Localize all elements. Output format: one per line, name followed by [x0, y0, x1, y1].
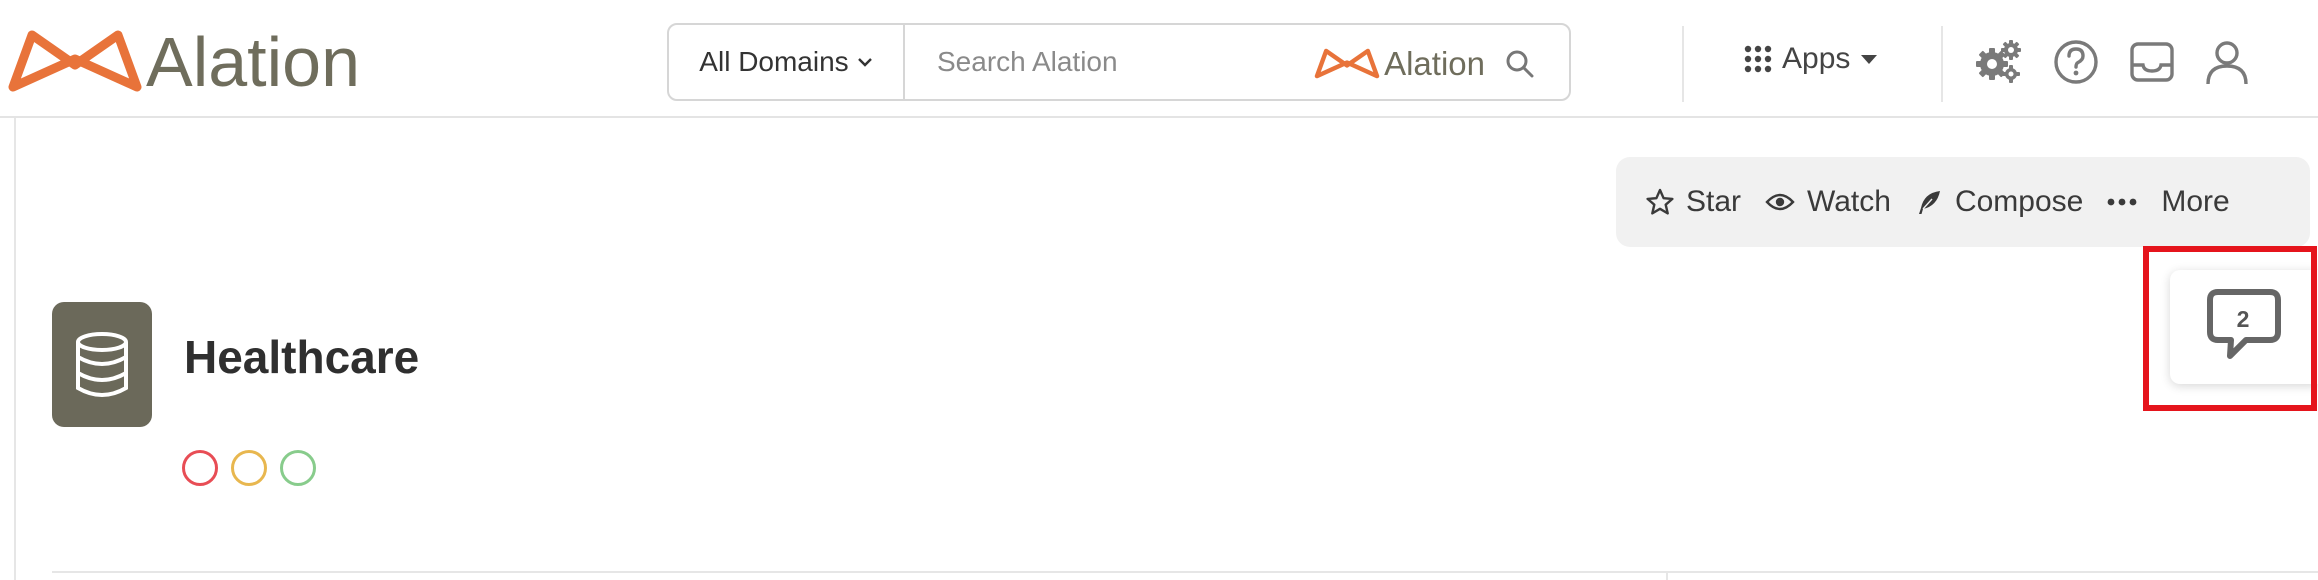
search-input[interactable] — [935, 45, 1319, 79]
ellipsis-icon — [2107, 198, 2137, 206]
domain-selector-label: All Domains — [699, 46, 849, 77]
inbox-icon[interactable] — [2128, 38, 2176, 86]
grid-icon — [1744, 45, 1772, 73]
top-navbar: Alation All Domains Alation — [0, 6, 2318, 118]
trust-flags — [182, 450, 316, 486]
star-button[interactable]: Star — [1646, 185, 1741, 219]
search-field: Alation — [905, 25, 1569, 99]
chevron-down-icon — [857, 58, 872, 67]
page-title: Healthcare — [184, 331, 420, 383]
database-icon — [76, 331, 128, 397]
apps-label: Apps — [1782, 42, 1851, 75]
alation-bowtie-icon — [8, 30, 142, 92]
compose-label: Compose — [1954, 185, 2084, 218]
search-icon[interactable] — [1505, 49, 1535, 79]
user-profile-icon[interactable] — [2203, 38, 2251, 86]
conversation-count: 2 — [2236, 306, 2250, 332]
watch-label: Watch — [1807, 185, 1891, 218]
search-brand-logo: Alation — [1314, 45, 1485, 83]
caret-down-icon — [1861, 55, 1878, 64]
nav-divider — [1941, 26, 1943, 102]
more-button[interactable]: More — [2107, 185, 2230, 219]
deprecation-flag[interactable] — [182, 450, 218, 486]
conversations-tab[interactable]: 2 — [2170, 270, 2318, 384]
endorsement-flag[interactable] — [280, 450, 316, 486]
star-label: Star — [1686, 185, 1742, 218]
star-icon — [1646, 188, 1674, 215]
eye-icon — [1765, 193, 1795, 211]
object-action-bar: Star Watch Compose More — [1616, 157, 2310, 247]
settings-gears-icon[interactable] — [1974, 38, 2022, 86]
nav-divider — [1682, 26, 1684, 102]
feather-icon — [1918, 191, 1940, 214]
apps-menu-button[interactable]: Apps — [1744, 42, 1878, 76]
section-divider — [52, 571, 2318, 573]
more-label: More — [2161, 185, 2230, 218]
watch-button[interactable]: Watch — [1765, 185, 1891, 219]
domain-selector[interactable]: All Domains — [669, 25, 905, 99]
help-icon[interactable] — [2052, 38, 2100, 86]
search-brand-wordmark: Alation — [1384, 45, 1485, 82]
logo-wordmark: Alation — [146, 23, 361, 101]
column-divider — [1666, 571, 1668, 580]
alation-bowtie-icon — [1314, 48, 1380, 79]
alation-logo[interactable]: Alation — [8, 22, 360, 102]
search-bar: All Domains Alation — [667, 23, 1571, 101]
database-object-icon — [52, 302, 152, 427]
warning-flag[interactable] — [231, 450, 267, 486]
content-left-border — [14, 118, 16, 580]
compose-button[interactable]: Compose — [1915, 185, 2083, 219]
